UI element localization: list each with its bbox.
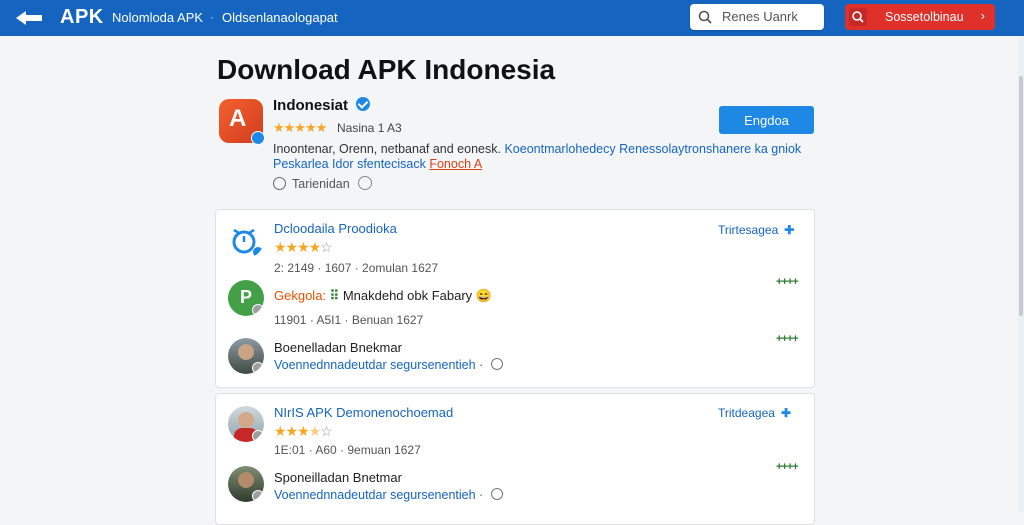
entry-title[interactable]: NIrIS APK Demonenochoemad (274, 405, 453, 420)
entry-title[interactable]: Sponeilladan Bnetmar (274, 470, 402, 485)
plus-icon: ✚ (780, 406, 791, 420)
search-placeholder: Renes Uanrk (722, 9, 798, 24)
desc-part-2: Koeontmarlohedecy Renessolaytronshanere … (504, 142, 802, 156)
entry-meta: 11901 · A5I1 · Benuan 1627 (274, 313, 424, 327)
avatar[interactable] (228, 466, 264, 502)
emoji-icon: 😄 (475, 288, 492, 303)
search-input[interactable]: Renes Uanrk (690, 4, 824, 30)
brand-subtitle: Nolomloda APK (112, 10, 204, 25)
app-description-line2: Peskarlea Idor sfentecisack Fonoch A (273, 157, 482, 171)
entry-title[interactable]: Boenelladan Bnekmar (274, 340, 402, 355)
settings-icon (490, 358, 503, 370)
entry-subtitle[interactable]: Voennednnadeutdar segursenentieh · (274, 488, 503, 502)
entry-title[interactable]: Dcloodaila Proodioka (274, 221, 397, 236)
rating-stars: ★★★★☆ (274, 239, 333, 255)
nav-link[interactable]: Oldsenlanaologapat (222, 10, 338, 25)
cta-label: Sossetolbinau (885, 10, 964, 24)
app-icon-glyph: A (229, 105, 247, 132)
app-list-card: NIrIS APK Demonenochoemad ★★★★☆ 1E:01 · … (215, 393, 815, 525)
plus-indicator: ++++ (776, 333, 799, 345)
header-cta-button[interactable]: Sossetolbinau › (845, 4, 995, 30)
verified-icon (251, 131, 265, 145)
badge-icon (252, 490, 264, 502)
desc2-blue[interactable]: Peskarlea Idor sfentecisack (273, 157, 426, 171)
desc-part-1: Inoontenar, Orenn, netbanaf and eonesk. (273, 142, 501, 156)
rating-stars: ★★★★☆ (274, 423, 333, 439)
entry-title[interactable]: Gekgola: ⠿ Mnakdehd obk Fabary 😄 (274, 288, 492, 304)
verified-badge-icon (356, 97, 370, 111)
plus-indicator: ++++ (776, 461, 799, 473)
badge-icon (252, 362, 264, 374)
back-arrow-icon[interactable] (14, 9, 44, 27)
follow-button[interactable]: Trirtesagea ✚ (718, 223, 794, 237)
plus-icon: ✚ (784, 223, 795, 237)
scrollbar-thumb[interactable] (1019, 76, 1023, 316)
top-bar: APK Nolomloda APK · Oldsenlanaologapat R… (0, 0, 1024, 36)
share-icon[interactable] (357, 176, 372, 190)
time-label: Tarienidan (292, 177, 350, 191)
page-title: Download APK Indonesia (217, 54, 556, 85)
follow-button[interactable]: Tritdeagea ✚ (718, 406, 791, 420)
brand-logo[interactable]: APK (60, 6, 104, 29)
badge-icon (252, 304, 264, 316)
person-face (238, 472, 254, 488)
download-button[interactable]: Engdoa (719, 106, 814, 134)
scrollbar[interactable] (1018, 36, 1024, 512)
desc2-link[interactable]: Fonoch A (429, 157, 482, 171)
rating-stars: ★★★★★ (273, 120, 327, 135)
search-icon (849, 8, 867, 26)
avatar[interactable]: P (228, 280, 264, 316)
app-icon[interactable]: A (219, 99, 265, 145)
clock-icon (273, 177, 286, 190)
app-meta: Nasina 1 A3 (337, 121, 402, 135)
avatar[interactable] (228, 222, 264, 258)
chevron-right-icon: › (980, 8, 985, 23)
settings-icon (490, 488, 503, 500)
app-name[interactable]: Indonesiat (273, 97, 348, 114)
entry-meta: 2: 2149 · 1607 · 2omulan 1627 (274, 261, 439, 275)
nav-separator: · (210, 10, 214, 24)
entry-subtitle[interactable]: Voennednnadeutdar segursenentieh · (274, 358, 503, 372)
badge-icon (252, 430, 264, 442)
entry-meta: 1E:01 · A60 · 9emuan 1627 (274, 443, 421, 457)
person-face (238, 412, 254, 428)
person-face (238, 344, 254, 360)
avatar[interactable] (228, 338, 264, 374)
avatar[interactable] (228, 406, 264, 442)
app-description: Inoontenar, Orenn, netbanaf and eonesk. … (273, 141, 813, 157)
app-list-card: Dcloodaila Proodioka ★★★★☆ 2: 2149 · 160… (215, 209, 815, 388)
search-icon (698, 10, 712, 24)
badge-icon (252, 246, 264, 258)
app-glyph-icon: P (240, 287, 253, 307)
main-content: Download APK Indonesia A Indonesiat ★★★★… (200, 36, 820, 525)
app-timestamp: Tarienidan (273, 176, 372, 191)
plus-indicator: ++++ (776, 276, 799, 288)
